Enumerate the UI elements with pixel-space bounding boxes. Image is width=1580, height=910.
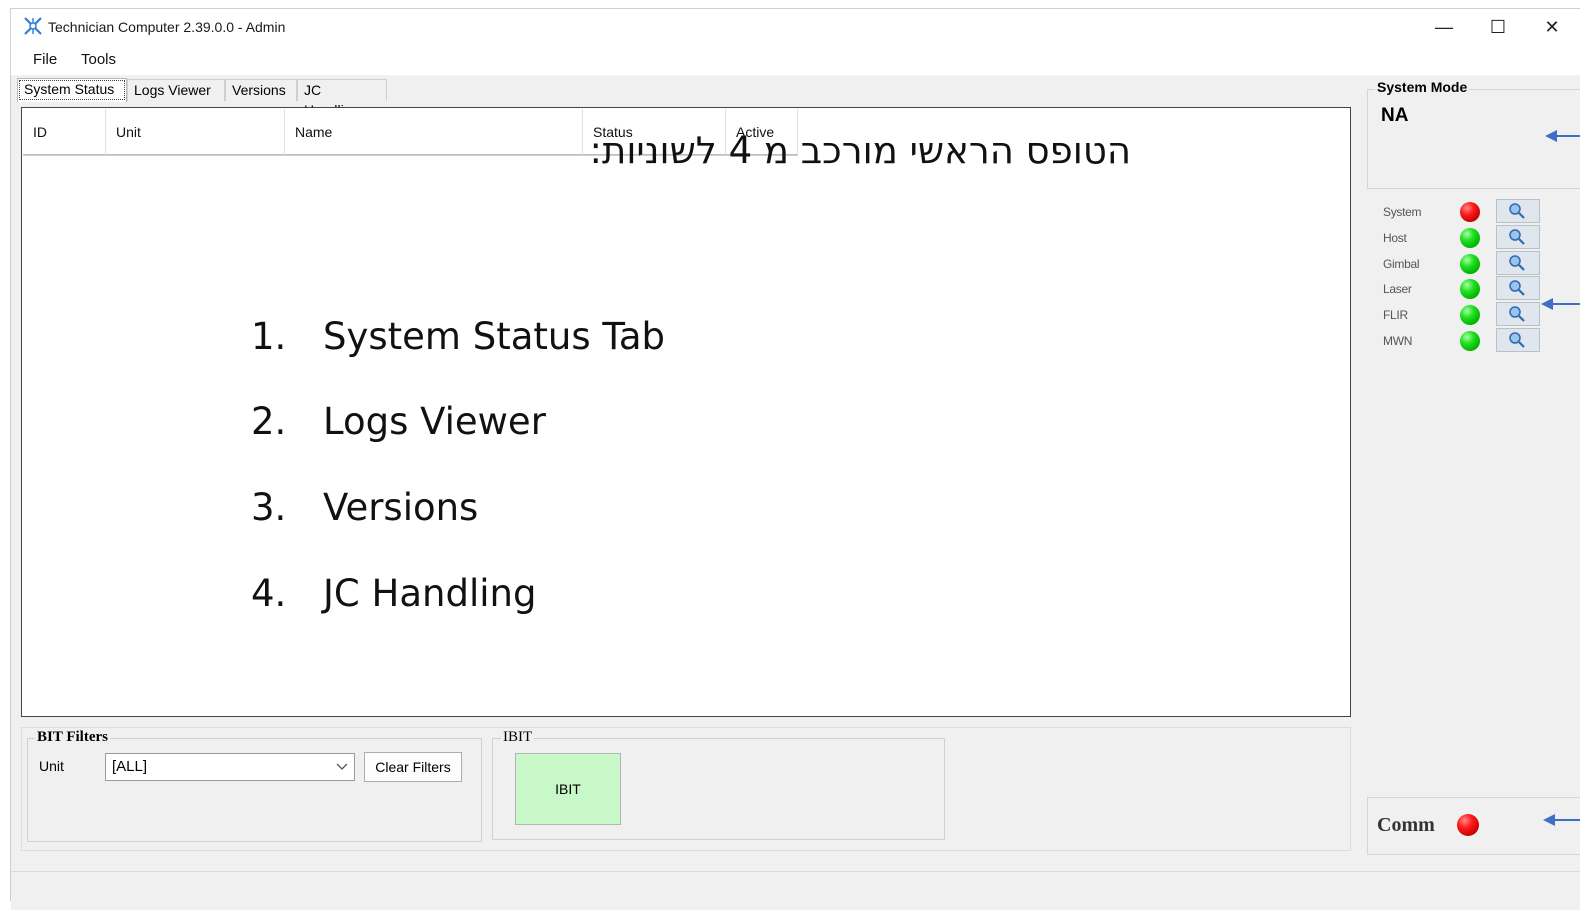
status-row-flir: FLIR [1383, 301, 1553, 327]
system-mode-value: NA [1381, 105, 1409, 126]
title-bar: Technician Computer 2.39.0.0 - Admin — ☐… [11, 9, 1580, 45]
status-row-host: Host [1383, 224, 1553, 250]
magnifier-icon [1509, 306, 1525, 322]
magnifier-icon [1509, 255, 1525, 271]
annotation-item: 1. System Status Tab [251, 315, 665, 358]
tab-versions[interactable]: Versions [225, 79, 297, 101]
column-header-unit[interactable]: Unit [106, 109, 285, 155]
annotation-item-number: 4. [251, 572, 287, 615]
status-grid-panel[interactable]: ID Unit Name Status Active [21, 107, 1351, 717]
menu-file[interactable]: File [29, 51, 61, 68]
details-button[interactable] [1496, 276, 1540, 300]
details-button[interactable] [1496, 251, 1540, 275]
annotation-item-text: Versions [323, 486, 479, 529]
status-label: System [1383, 205, 1422, 219]
magnifier-icon [1509, 280, 1525, 296]
annotation-item-number: 3. [251, 486, 287, 529]
clear-filters-button[interactable]: Clear Filters [364, 752, 462, 782]
annotation-item: 4. JC Handling [251, 572, 536, 615]
app-window: Technician Computer 2.39.0.0 - Admin — ☐… [10, 8, 1580, 910]
system-mode-label: System Mode [1375, 79, 1470, 95]
status-label: Gimbal [1383, 257, 1420, 271]
annotation-arrow-icon [1543, 814, 1580, 826]
status-led-icon [1460, 228, 1480, 248]
annotation-arrow-icon [1545, 130, 1580, 142]
annotation-arrow-icon [1541, 298, 1580, 310]
chevron-down-icon [336, 763, 348, 770]
status-bar [11, 871, 1580, 910]
menu-tools[interactable]: Tools [77, 51, 120, 68]
comm-status-led-icon [1457, 814, 1479, 836]
status-row-gimbal: Gimbal [1383, 250, 1553, 276]
status-led-icon [1460, 254, 1480, 274]
annotation-item-text: Logs Viewer [323, 400, 546, 443]
annotation-item-text: System Status Tab [323, 315, 666, 358]
bit-filters-label: BIT Filters [35, 729, 110, 746]
unit-filter-dropdown[interactable]: [ALL] [105, 753, 355, 781]
status-row-laser: Laser [1383, 275, 1553, 301]
status-label: Host [1383, 231, 1407, 245]
status-led-icon [1460, 202, 1480, 222]
annotation-item: 2. Logs Viewer [251, 400, 546, 443]
window-title: Technician Computer 2.39.0.0 - Admin [48, 19, 286, 35]
status-label: FLIR [1383, 308, 1408, 322]
menu-bar: File Tools [11, 45, 1580, 76]
annotation-item-text: JC Handling [323, 572, 537, 615]
status-label: MWN [1383, 334, 1413, 348]
magnifier-icon [1509, 229, 1525, 245]
details-button[interactable] [1496, 328, 1540, 352]
status-led-icon [1460, 331, 1480, 351]
status-label: Laser [1383, 282, 1412, 296]
tab-jc-handling[interactable]: JC Handling [297, 79, 387, 118]
close-button[interactable]: ✕ [1529, 9, 1575, 45]
column-header-id[interactable]: ID [23, 109, 106, 155]
unit-filter-label: Unit [39, 758, 64, 774]
ibit-button[interactable]: IBIT [515, 753, 621, 825]
status-row-mwn: MWN [1383, 327, 1553, 353]
status-row-system: System [1383, 198, 1553, 224]
maximize-button[interactable]: ☐ [1475, 9, 1521, 45]
tab-logs-viewer[interactable]: Logs Viewer [127, 79, 225, 101]
minimize-button[interactable]: — [1421, 9, 1467, 45]
status-led-icon [1460, 279, 1480, 299]
details-button[interactable] [1496, 225, 1540, 249]
tab-system-status[interactable]: System Status [17, 78, 127, 102]
app-logo-icon [24, 17, 42, 35]
annotation-item: 3. Versions [251, 486, 478, 529]
magnifier-icon [1509, 203, 1525, 219]
status-led-icon [1460, 305, 1480, 325]
annotation-item-number: 2. [251, 400, 287, 443]
unit-filter-value: [ALL] [112, 758, 148, 775]
annotation-title: הטופס הראשי מורכב מ 4 לשוניות: [589, 129, 1131, 172]
magnifier-icon [1509, 332, 1525, 348]
comm-label: Comm [1377, 814, 1435, 836]
details-button[interactable] [1496, 302, 1540, 326]
ibit-group-label: IBIT [501, 729, 535, 746]
annotation-item-number: 1. [251, 315, 287, 358]
details-button[interactable] [1496, 199, 1540, 223]
